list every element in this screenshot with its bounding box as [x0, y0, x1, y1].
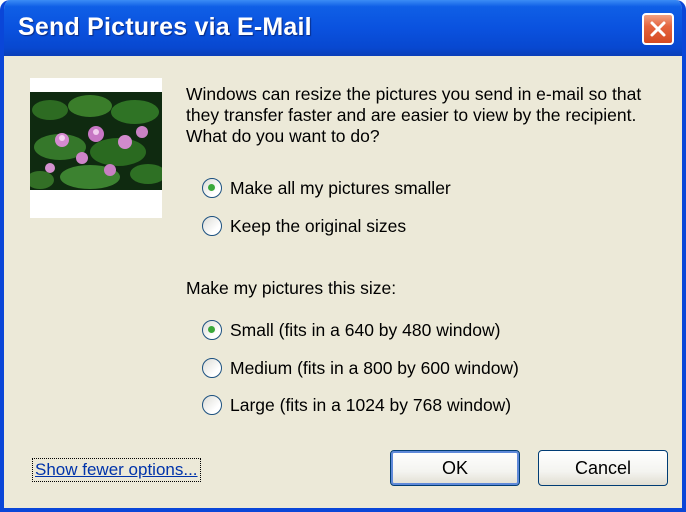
- radio-size-small[interactable]: Small (fits in a 640 by 480 window): [202, 318, 500, 342]
- dialog-body: Windows can resize the pictures you send…: [4, 56, 682, 508]
- radio-size-large[interactable]: Large (fits in a 1024 by 768 window): [202, 393, 511, 417]
- radio-button[interactable]: [202, 358, 222, 378]
- title-bar[interactable]: Send Pictures via E-Mail: [4, 0, 682, 56]
- radio-label: Make all my pictures smaller: [230, 177, 451, 198]
- radio-label: Medium (fits in a 800 by 600 window): [230, 357, 519, 378]
- ok-button[interactable]: OK: [390, 450, 520, 486]
- description-text: Windows can resize the pictures you send…: [186, 84, 642, 146]
- radio-keep-original[interactable]: Keep the original sizes: [202, 214, 406, 238]
- radio-label: Keep the original sizes: [230, 215, 407, 236]
- radio-label: Small (fits in a 640 by 480 window): [230, 319, 501, 340]
- size-section-label: Make my pictures this size:: [186, 278, 397, 298]
- cancel-button[interactable]: Cancel: [538, 450, 668, 486]
- radio-label: Large (fits in a 1024 by 768 window): [230, 394, 512, 415]
- dialog-window: Send Pictures via E-Mail Windows can res…: [0, 0, 686, 512]
- radio-button-checked[interactable]: [202, 178, 222, 198]
- radio-button-checked[interactable]: [202, 320, 222, 340]
- show-fewer-options-link[interactable]: Show fewer options...: [32, 458, 201, 482]
- radio-button[interactable]: [202, 395, 222, 415]
- close-icon: [650, 21, 666, 37]
- radio-make-smaller[interactable]: Make all my pictures smaller: [202, 176, 451, 200]
- radio-size-medium[interactable]: Medium (fits in a 800 by 600 window): [202, 356, 519, 380]
- preview-photo: [30, 78, 162, 218]
- close-button[interactable]: [642, 13, 674, 45]
- window-title: Send Pictures via E-Mail: [18, 13, 312, 41]
- radio-button[interactable]: [202, 216, 222, 236]
